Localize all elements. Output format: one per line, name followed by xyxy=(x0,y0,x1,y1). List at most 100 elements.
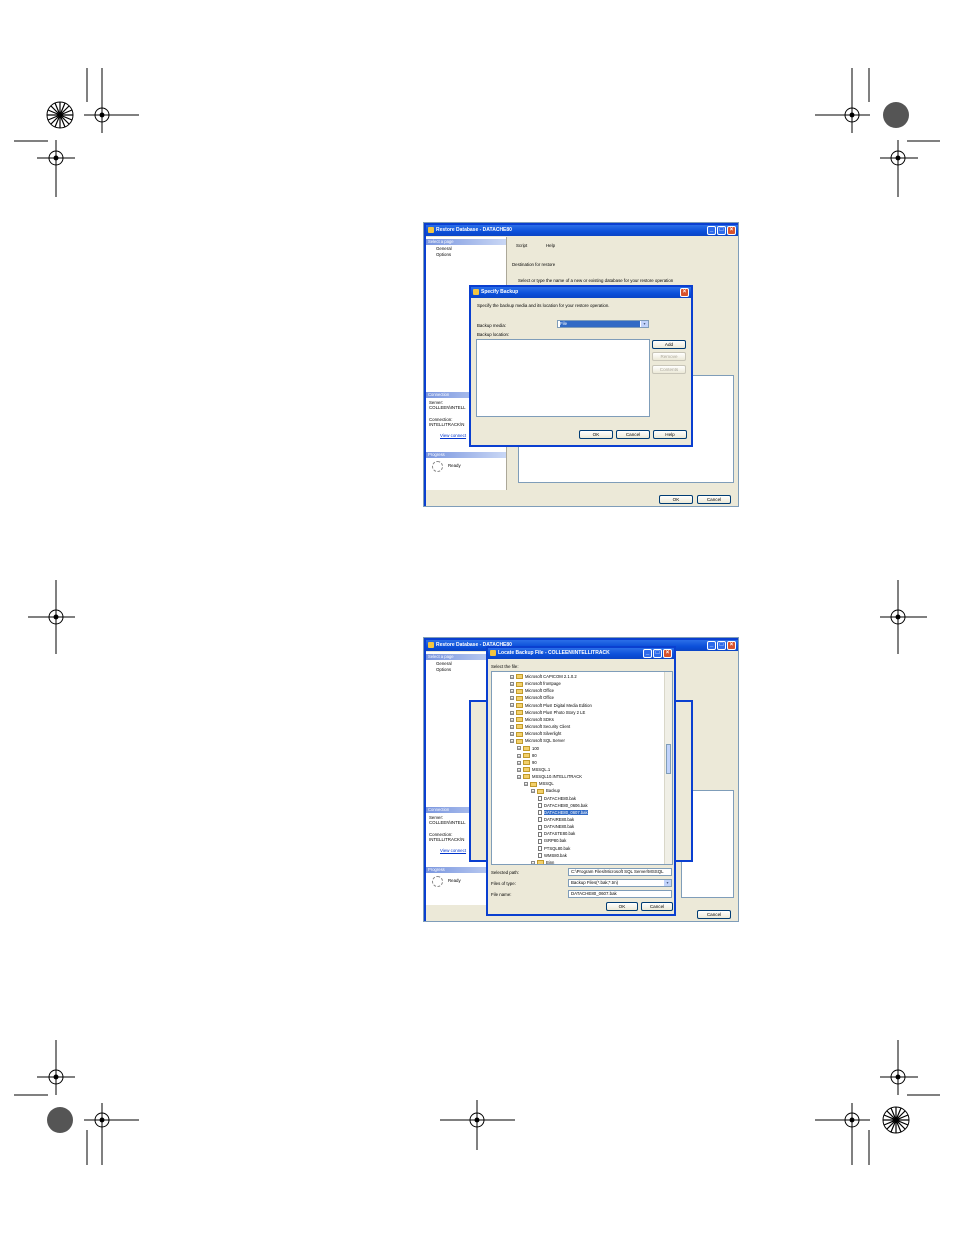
tree-item-label: microsoft frontpage xyxy=(525,681,561,687)
close-button[interactable]: × xyxy=(727,226,736,235)
dialog-help-button[interactable]: Help xyxy=(653,430,687,439)
close-button-2[interactable]: × xyxy=(727,641,736,650)
tree-file-item[interactable]: DATAIRE80.bak xyxy=(538,816,574,823)
page-item-general[interactable]: General xyxy=(436,246,452,251)
tree-file-item[interactable]: PTSQL80.bak xyxy=(538,845,570,852)
expand-toggle-icon[interactable]: + xyxy=(517,746,521,751)
tree-scrollbar-thumb[interactable] xyxy=(666,744,671,774)
contents-button[interactable]: Contents xyxy=(652,365,686,374)
database-icon xyxy=(428,227,434,233)
tree-scrollbar[interactable] xyxy=(664,672,672,864)
page-item-options-2[interactable]: Options xyxy=(436,667,451,672)
tree-file-item[interactable]: WMS80.bak xyxy=(538,852,567,859)
tree-folder-item[interactable]: + Microsoft SDKs xyxy=(510,716,554,723)
view-connection-link[interactable]: View connect xyxy=(440,433,466,438)
folder-icon xyxy=(516,738,523,744)
tree-file-item[interactable]: DATACHE80_0607.bak xyxy=(538,809,588,816)
tree-folder-item[interactable]: + Microsoft CAPICOM 2.1.0.2 xyxy=(510,673,577,680)
tree-folder-item[interactable]: + Microsoft Security Client xyxy=(510,723,570,730)
script-button[interactable]: Script xyxy=(516,243,527,248)
page-item-general-2[interactable]: General xyxy=(436,661,452,666)
dialog-close-button[interactable]: × xyxy=(680,288,689,297)
tree-folder-item[interactable]: + Microsoft Plus! Photo Story 2 LE xyxy=(510,709,585,716)
remove-button[interactable]: Remove xyxy=(652,352,686,361)
maximize-button-2[interactable]: □ xyxy=(717,641,726,650)
expand-toggle-icon[interactable]: + xyxy=(531,860,535,864)
tree-folder-item[interactable]: +90 xyxy=(517,759,537,766)
file-name-field[interactable]: DATACHE80_0607.bak xyxy=(568,890,672,898)
expand-toggle-icon[interactable]: + xyxy=(510,717,514,722)
tree-item-label: 90 xyxy=(532,759,537,765)
tree-file-item[interactable]: ISRP80.bak xyxy=(538,837,566,844)
tree-folder-item[interactable]: +80 xyxy=(517,752,537,759)
folder-icon xyxy=(516,681,523,687)
file-tree[interactable]: + Microsoft CAPICOM 2.1.0.2 + microsoft fro… xyxy=(491,671,673,865)
expand-toggle-icon[interactable]: + xyxy=(531,789,535,794)
tree-folder-item[interactable]: + MSSQL.1 xyxy=(517,766,550,773)
tree-folder-item[interactable]: + Backup xyxy=(531,787,560,794)
expand-toggle-icon[interactable]: + xyxy=(510,689,514,694)
select-prompt: Select or type the name of a new or exis… xyxy=(518,278,674,283)
tree-file-item[interactable]: DATASTE80.bak xyxy=(538,830,575,837)
tree-file-item[interactable]: DATACHE80.bak xyxy=(538,795,576,802)
locate-cancel-button[interactable]: Cancel xyxy=(641,902,673,911)
expand-toggle-icon[interactable]: + xyxy=(510,732,514,737)
folder-icon xyxy=(530,781,537,787)
expand-toggle-icon[interactable]: + xyxy=(517,774,521,779)
tree-folder-item[interactable]: + Microsoft Silverlight xyxy=(510,730,561,737)
locate-minimize-button[interactable]: _ xyxy=(643,649,652,658)
tree-file-item[interactable]: DATACHE80_0606.bak xyxy=(538,802,588,809)
expand-toggle-icon[interactable]: + xyxy=(517,767,521,772)
dialog-ok-button[interactable]: OK xyxy=(579,430,613,439)
tree-file-item[interactable]: DATAINE80.bak xyxy=(538,823,574,830)
tree-folder-item[interactable]: + Binn xyxy=(531,859,554,864)
view-connection-link-2[interactable]: View connect xyxy=(440,848,466,853)
expand-toggle-icon[interactable]: + xyxy=(510,710,514,715)
expand-toggle-icon[interactable]: + xyxy=(510,739,514,744)
backup-location-list[interactable] xyxy=(476,339,650,417)
expand-toggle-icon[interactable]: + xyxy=(510,696,514,701)
folder-icon xyxy=(516,674,523,680)
file-name-label: File name: xyxy=(491,892,512,897)
screenshot-locate-backup-file: Restore Database - DATACHE80 _ □ × Selec… xyxy=(423,637,739,922)
expand-toggle-icon[interactable]: + xyxy=(510,724,514,729)
expand-toggle-icon[interactable]: + xyxy=(517,753,521,758)
files-of-type-select[interactable]: Backup Files(*.bak;*.tm) ▾ xyxy=(568,879,672,887)
expand-toggle-icon[interactable]: + xyxy=(510,703,514,708)
tree-item-label: MSSQL10.INTELLITRACK xyxy=(532,774,583,780)
locate-ok-button[interactable]: OK xyxy=(606,902,638,911)
cancel-button[interactable]: Cancel xyxy=(697,495,731,504)
tree-folder-item[interactable]: + microsoft frontpage xyxy=(510,680,561,687)
folder-icon xyxy=(516,688,523,694)
expand-toggle-icon[interactable]: + xyxy=(524,782,528,787)
expand-toggle-icon[interactable]: + xyxy=(510,674,514,679)
tree-item-label: Microsoft Plus! Digital Media Edition xyxy=(525,702,592,708)
selected-path-field[interactable]: C:\Program Files\Microsoft SQL Server\MS… xyxy=(568,868,672,876)
tree-folder-item[interactable]: + MSSQL xyxy=(524,780,554,787)
file-icon xyxy=(538,824,542,830)
locate-close-button[interactable]: × xyxy=(663,649,672,658)
server-value: COLLEEN\INTELL xyxy=(429,405,466,410)
page-item-options[interactable]: Options xyxy=(436,252,451,257)
tree-folder-item[interactable]: + MSSQL10.INTELLITRACK xyxy=(517,773,582,780)
ok-button[interactable]: OK xyxy=(659,495,693,504)
expand-toggle-icon[interactable]: + xyxy=(510,682,514,687)
cancel-button-2[interactable]: Cancel xyxy=(697,910,731,919)
minimize-button[interactable]: _ xyxy=(707,226,716,235)
add-button[interactable]: Add xyxy=(652,340,686,349)
help-button[interactable]: Help xyxy=(546,243,555,248)
tree-folder-item[interactable]: +100 xyxy=(517,745,539,752)
expand-toggle-icon[interactable]: + xyxy=(517,760,521,765)
chevron-down-icon: ▾ xyxy=(664,880,671,886)
tree-folder-item[interactable]: + Microsoft Plus! Digital Media Edition xyxy=(510,702,592,709)
minimize-button-2[interactable]: _ xyxy=(707,641,716,650)
specify-backup-titlebar: Specify Backup × xyxy=(471,287,691,298)
tree-folder-item[interactable]: + Microsoft Office xyxy=(510,687,554,694)
dialog-cancel-button[interactable]: Cancel xyxy=(616,430,650,439)
progress-status-2: Ready xyxy=(448,878,461,883)
backup-media-select[interactable]: File ▾ xyxy=(557,320,649,328)
tree-folder-item[interactable]: + Microsoft Office xyxy=(510,694,554,701)
tree-folder-item[interactable]: + Microsoft SQL Server xyxy=(510,737,565,744)
locate-maximize-button[interactable]: □ xyxy=(653,649,662,658)
maximize-button[interactable]: □ xyxy=(717,226,726,235)
